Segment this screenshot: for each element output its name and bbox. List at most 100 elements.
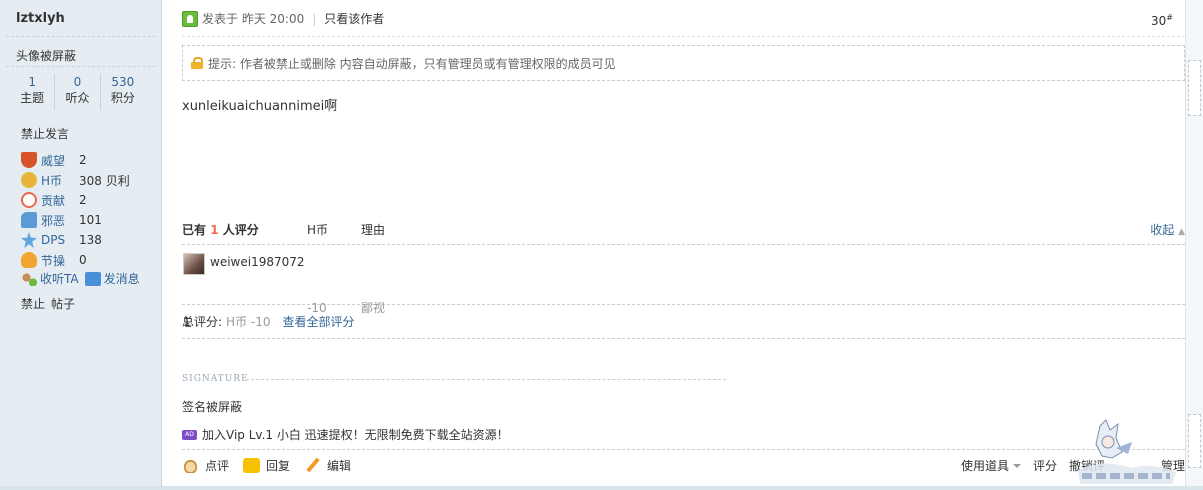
rater-avatar[interactable] (183, 253, 205, 275)
rating-title-prefix: 已有 (182, 223, 207, 237)
rating-value: -10 (307, 301, 327, 315)
user-actions: 收听TA 发消息 (21, 270, 146, 287)
info-label: 邪恶 (41, 213, 66, 228)
reply-label: 回复 (266, 459, 291, 473)
stat-points[interactable]: 530 积分 (99, 74, 145, 110)
ban-user-link[interactable]: 禁止 (21, 297, 45, 311)
rating-table: 已有 1 人评分 H币 理由 收起 ▲ weiwei1987072 1 -10 … (182, 215, 1185, 339)
ad-text[interactable]: 加入Vip Lv.1 小白 迅速提权！无限制免费下载全站资源！ (202, 426, 509, 443)
user-add-icon (21, 271, 37, 286)
envelope-icon (84, 271, 101, 286)
stat-followers[interactable]: 0 听众 (54, 74, 99, 110)
divider (182, 36, 1185, 37)
info-row-contribution: 贡献 2 (21, 190, 130, 210)
floor-number[interactable]: 30# (1151, 13, 1173, 28)
info-value: 308 贝利 (79, 173, 130, 188)
info-row-coins: H币 308 贝利 (21, 170, 130, 190)
star-icon (21, 232, 37, 248)
info-value: 0 (79, 253, 87, 267)
info-label: 节操 (41, 253, 66, 268)
tools-label: 使用道具 (960, 459, 1009, 473)
post-header: 发表于 昨天 20:00 | 只看该作者 (182, 10, 384, 27)
author-only-link[interactable]: 只看该作者 (324, 10, 384, 27)
signature-label: SIGNATURE (182, 374, 249, 384)
info-value: 101 (79, 213, 102, 227)
post-time: 昨天 20:00 (241, 12, 305, 26)
stat-label: 主题 (20, 91, 45, 105)
user-online-icon (182, 10, 198, 27)
floor-suffix: # (1166, 13, 1173, 22)
rating-title-suffix: 人评分 (222, 223, 259, 237)
rating-header: 已有 1 人评分 H币 理由 收起 ▲ (182, 215, 1185, 245)
rater-name-wrap[interactable]: 1 (183, 315, 191, 329)
notice-text: 提示: 作者被禁止或删除 内容自动屏蔽，只有管理员或有管理权限的成员可见 (208, 56, 616, 71)
user-group[interactable]: 禁止发言 (21, 125, 69, 142)
pencil-icon (304, 458, 321, 473)
stat-label: 听众 (65, 91, 90, 105)
collapse-button[interactable]: 收起 ▲ (1150, 221, 1185, 238)
user-info-list: 威望 2 H币 308 贝利 贡献 2 邪恶 101 DPS 138 节操 0 (21, 150, 130, 270)
quick-tab[interactable] (1188, 414, 1201, 468)
post-main: 发表于 昨天 20:00 | 只看该作者 30# 提示: 作者被禁止或删除 内容… (163, 0, 1185, 490)
info-label: H币 (41, 173, 63, 188)
info-value: 138 (79, 233, 102, 247)
message-label: 发消息 (103, 272, 140, 286)
divider (6, 36, 156, 37)
info-row-evil: 邪恶 101 (21, 210, 130, 230)
edit-button[interactable]: 编辑 (304, 457, 351, 474)
total-value: H币 -10 (226, 315, 271, 329)
info-value: 2 (79, 153, 87, 167)
info-value: 2 (79, 193, 87, 207)
info-label: DPS (41, 233, 66, 247)
separator: | (312, 11, 317, 26)
signature-text: 签名被屏蔽 (182, 400, 243, 414)
quick-tab[interactable] (1188, 60, 1201, 116)
follow-label: 收听TA (40, 272, 79, 286)
follow-button[interactable]: 收听TA (21, 270, 79, 287)
lock-icon (191, 57, 203, 69)
signature-divider (246, 379, 726, 380)
user-stats: 1 主题 0 听众 530 积分 (10, 74, 145, 110)
floor-value: 30 (1151, 14, 1167, 28)
moderation-links: 禁止 帖子 (21, 295, 81, 312)
avatar-hidden-text: 头像被屏蔽 (16, 49, 77, 63)
view-all-ratings-link[interactable]: 查看全部评分 (283, 313, 355, 330)
crown-icon (21, 152, 37, 168)
ban-posts-link[interactable]: 帖子 (51, 297, 75, 311)
heart-icon (21, 192, 37, 208)
rating-col-currency: H币 (307, 223, 329, 237)
ad-badge-icon: AD (182, 429, 197, 440)
ad-banner[interactable]: AD 加入Vip Lv.1 小白 迅速提权！无限制免费下载全站资源！ (182, 426, 509, 443)
rater-name[interactable]: weiwei1987072 (210, 255, 305, 269)
rating-title: 已有 1 人评分 (182, 221, 307, 238)
info-row-integrity: 节操 0 (21, 250, 130, 270)
info-row-prestige: 威望 2 (21, 150, 130, 170)
comment-label: 点评 (205, 459, 230, 473)
use-tools-button[interactable]: 使用道具 (961, 457, 1021, 474)
stat-value: 530 (111, 75, 135, 89)
rating-total: 总评分: H币 -10 查看全部评分 (182, 305, 1185, 339)
comment-button[interactable]: 点评 (182, 457, 229, 474)
divider (182, 449, 1185, 450)
reply-button[interactable]: 回复 (243, 457, 290, 474)
chevron-up-icon: ▲ (1178, 227, 1185, 237)
edit-label: 编辑 (327, 459, 352, 473)
rating-col-reason: 理由 (361, 223, 386, 237)
stat-threads[interactable]: 1 主题 (10, 74, 54, 110)
coin-icon (21, 172, 37, 188)
rate-button[interactable]: 评分 (1033, 457, 1057, 474)
hand-icon (21, 212, 37, 228)
user-sidebar: lztxlyh 头像被屏蔽 1 主题 0 听众 530 积分 禁止发言 威望 2… (0, 0, 162, 490)
mascot-watermark-image (1078, 419, 1176, 484)
message-button[interactable]: 发消息 (84, 270, 140, 287)
bulb-icon (21, 252, 37, 268)
collapse-label: 收起 (1150, 223, 1175, 237)
comment-icon (182, 458, 199, 473)
rating-reason: 鄙视 (361, 301, 386, 315)
caret-down-icon (1012, 463, 1021, 472)
stat-value: 0 (73, 75, 82, 89)
info-label: 威望 (41, 153, 66, 168)
posted-prefix: 发表于 (202, 12, 239, 26)
username[interactable]: lztxlyh (16, 11, 65, 26)
bottom-bar (0, 486, 1203, 490)
